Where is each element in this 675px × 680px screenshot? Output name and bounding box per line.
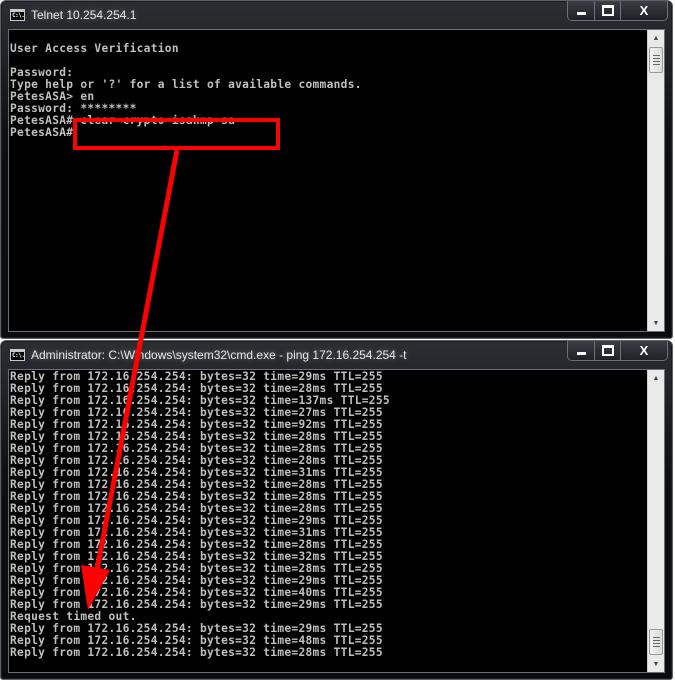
window-title: Administrator: C:\Windows\system32\cmd.e…	[31, 348, 407, 362]
window-title: Telnet 10.254.254.1	[31, 8, 137, 22]
cmd-console[interactable]: Reply from 172.16.254.254: bytes=32 time…	[8, 369, 665, 673]
vertical-scrollbar[interactable]: ▲ ▼	[647, 370, 664, 672]
close-icon: X	[639, 3, 649, 18]
telnet-window: C:\. Telnet 10.254.254.1 X User Access V…	[0, 0, 673, 339]
scroll-up-button[interactable]: ▲	[648, 30, 664, 46]
scrollbar-thumb[interactable]	[649, 629, 663, 655]
console-line: User Access Verification	[10, 42, 179, 55]
scroll-down-button[interactable]: ▼	[648, 315, 664, 331]
arrow-up-icon: ▲	[652, 34, 660, 42]
vertical-scrollbar[interactable]: ▲ ▼	[647, 30, 664, 331]
minimize-button[interactable]	[568, 1, 594, 20]
maximize-icon	[601, 5, 614, 16]
minimize-icon	[576, 12, 586, 15]
maximize-icon	[601, 345, 614, 356]
console-output: Reply from 172.16.254.254: bytes=32 time…	[10, 371, 646, 659]
annotation-highlight-box	[73, 118, 280, 150]
maximize-button[interactable]	[594, 1, 620, 20]
scroll-down-button[interactable]: ▼	[648, 656, 664, 672]
caption-buttons: X	[567, 341, 668, 361]
cmd-window: C:\. Administrator: C:\Windows\system32\…	[0, 340, 673, 680]
maximize-button[interactable]	[594, 341, 620, 360]
close-button[interactable]: X	[620, 1, 667, 20]
console-line: Reply from 172.16.254.254: bytes=32 time…	[10, 646, 383, 659]
arrow-up-icon: ▲	[652, 374, 660, 382]
caption-buttons: X	[567, 1, 668, 21]
scrollbar-thumb[interactable]	[649, 47, 663, 73]
minimize-icon	[576, 352, 586, 355]
console-icon: C:\.	[10, 9, 25, 21]
console-icon: C:\.	[10, 349, 25, 361]
console-line: Type help or '?' for a list of available…	[10, 78, 362, 91]
close-icon: X	[639, 343, 649, 358]
arrow-down-icon: ▼	[652, 660, 660, 668]
close-button[interactable]: X	[620, 341, 667, 360]
cmd-titlebar[interactable]: C:\. Administrator: C:\Windows\system32\…	[1, 341, 672, 369]
minimize-button[interactable]	[568, 341, 594, 360]
telnet-console[interactable]: User Access Verification Password: Type h…	[8, 29, 665, 332]
arrow-down-icon: ▼	[652, 319, 660, 327]
scroll-up-button[interactable]: ▲	[648, 370, 664, 386]
telnet-titlebar[interactable]: C:\. Telnet 10.254.254.1 X	[1, 1, 672, 29]
